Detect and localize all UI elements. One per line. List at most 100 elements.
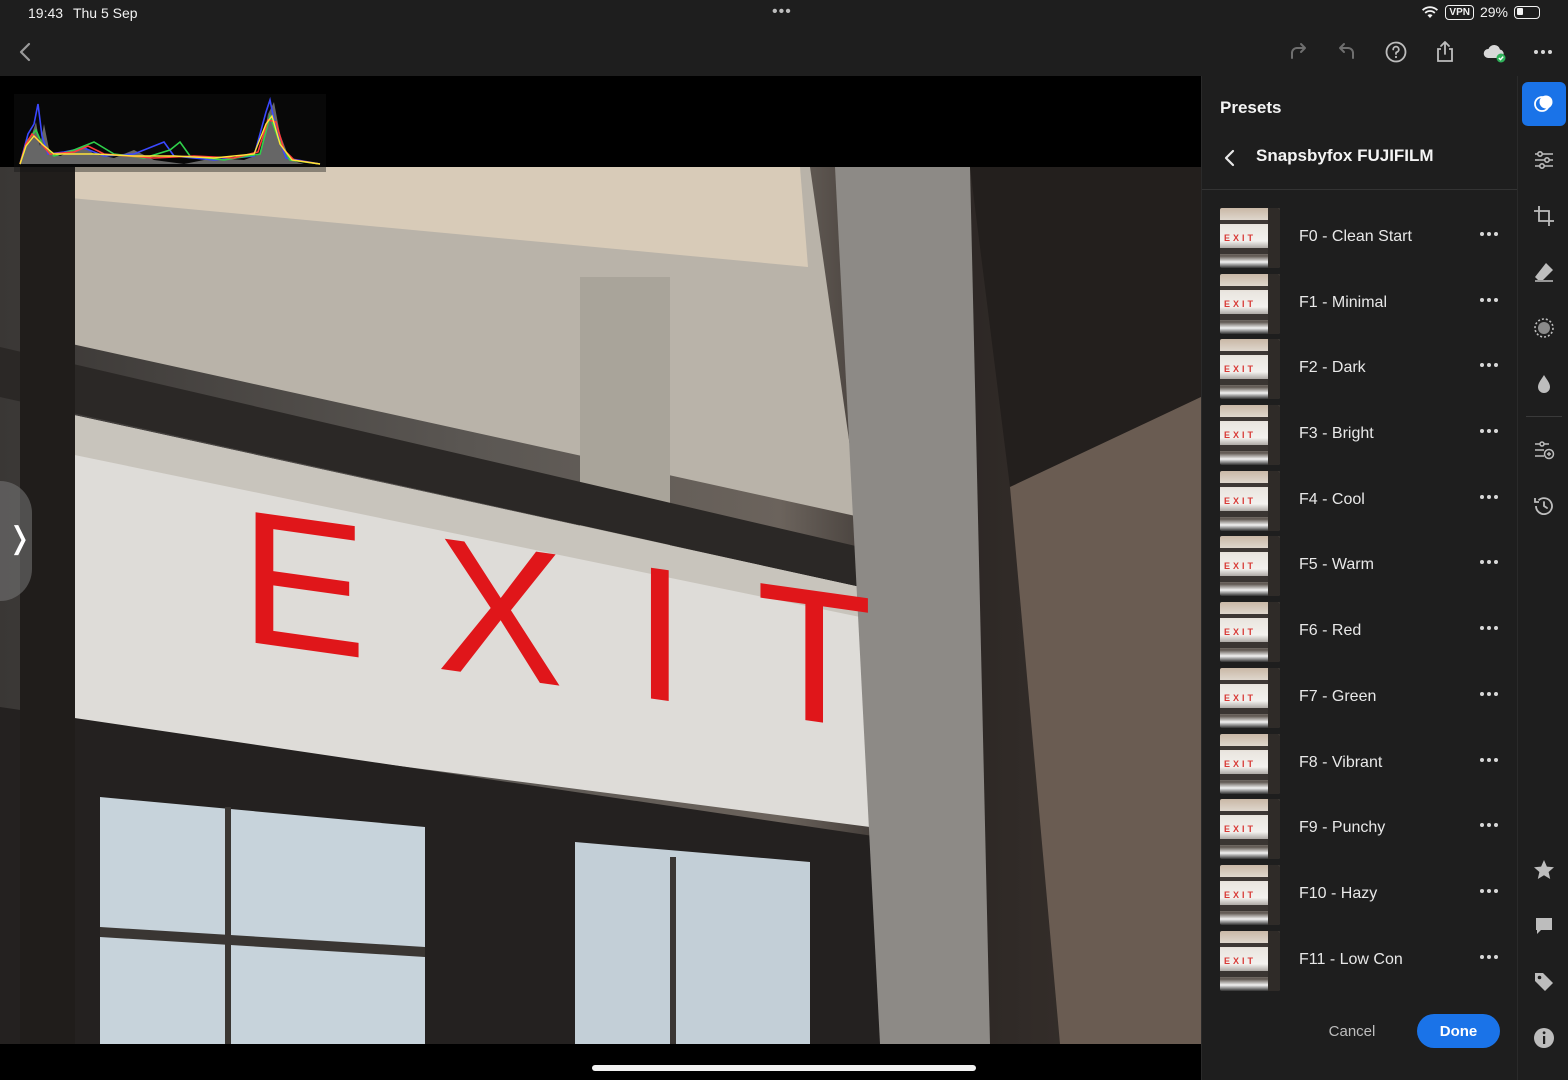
preset-item[interactable]: EXIT F8 - Vibrant xyxy=(1202,732,1518,798)
status-time: 19:43 Thu 5 Sep xyxy=(28,5,138,21)
status-indicators: VPN 29% xyxy=(1421,4,1540,20)
thumb-exit-text: EXIT xyxy=(1224,889,1257,900)
preset-name: F10 - Hazy xyxy=(1299,884,1378,902)
status-bar: 19:43 Thu 5 Sep ••• VPN 29% xyxy=(0,0,1568,28)
tag-icon[interactable] xyxy=(1522,960,1566,1004)
thumb-exit-text: EXIT xyxy=(1224,692,1257,703)
preset-name: F7 - Green xyxy=(1299,687,1377,705)
battery-percent: 29% xyxy=(1479,4,1508,20)
preset-thumbnail[interactable]: EXIT xyxy=(1220,339,1280,400)
preset-name: F3 - Bright xyxy=(1299,425,1374,443)
presets-panel: Presets Snapsbyfox FUJIFILM EXIT F0 - Cle… xyxy=(1201,76,1518,1080)
masking-icon[interactable] xyxy=(1522,306,1566,350)
preset-name: F4 - Cool xyxy=(1299,490,1365,508)
thumb-post xyxy=(1268,733,1280,794)
undo-icon[interactable] xyxy=(1333,38,1361,66)
preset-thumbnail[interactable]: EXIT xyxy=(1220,405,1280,466)
more-options-icon[interactable] xyxy=(1476,355,1502,375)
thumb-exit-text: EXIT xyxy=(1224,561,1257,572)
preset-item[interactable]: EXIT F4 - Cool xyxy=(1202,469,1518,535)
info-icon[interactable] xyxy=(1522,1016,1566,1060)
thumb-exit-text: EXIT xyxy=(1224,364,1257,375)
top-toolbar xyxy=(0,28,1568,76)
more-options-icon[interactable] xyxy=(1476,552,1502,572)
photo-canvas[interactable]: EXIT ❭ xyxy=(0,76,1201,1080)
status-clock: 19:43 xyxy=(28,5,64,21)
photo-image[interactable]: EXIT xyxy=(0,167,1201,1044)
preset-item[interactable]: EXIT F11 - Low Con xyxy=(1202,929,1518,995)
thumb-exit-text: EXIT xyxy=(1224,298,1257,309)
thumb-post xyxy=(1268,864,1280,925)
preset-thumbnail[interactable]: EXIT xyxy=(1220,208,1280,268)
home-indicator[interactable] xyxy=(592,1065,976,1071)
more-options-icon[interactable] xyxy=(1476,750,1502,770)
battery-icon xyxy=(1514,5,1540,19)
preset-thumbnail[interactable]: EXIT xyxy=(1220,536,1280,597)
redo-icon[interactable] xyxy=(1284,38,1312,66)
thumb-exit-text: EXIT xyxy=(1224,495,1257,506)
crop-icon[interactable] xyxy=(1522,194,1566,238)
rail-divider xyxy=(1526,416,1562,417)
exit-sign-photo: EXIT xyxy=(0,167,1201,1044)
preset-item[interactable]: EXIT F0 - Clean Start xyxy=(1202,206,1518,272)
help-icon[interactable] xyxy=(1382,38,1410,66)
versions-icon[interactable] xyxy=(1522,428,1566,472)
preset-name: F0 - Clean Start xyxy=(1299,228,1412,245)
preset-group-header[interactable]: Snapsbyfox FUJIFILM xyxy=(1202,138,1518,190)
back-icon[interactable] xyxy=(12,38,40,66)
preset-thumbnail[interactable]: EXIT xyxy=(1220,799,1280,860)
thumb-exit-text: EXIT xyxy=(1224,627,1257,638)
preset-item[interactable]: EXIT F2 - Dark xyxy=(1202,337,1518,403)
tool-rail xyxy=(1517,76,1568,1080)
preset-thumbnail[interactable]: EXIT xyxy=(1220,273,1280,334)
more-options-icon[interactable] xyxy=(1476,815,1502,835)
preset-thumbnail[interactable]: EXIT xyxy=(1220,602,1280,663)
color-drop-icon[interactable] xyxy=(1522,362,1566,406)
histogram[interactable] xyxy=(14,94,326,172)
cancel-button[interactable]: Cancel xyxy=(1322,1014,1382,1048)
healing-eraser-icon[interactable] xyxy=(1522,250,1566,294)
preset-group-name: Snapsbyfox FUJIFILM xyxy=(1256,146,1434,165)
done-button[interactable]: Done xyxy=(1417,1014,1500,1048)
preset-name: F5 - Warm xyxy=(1299,556,1374,574)
preset-item[interactable]: EXIT F1 - Minimal xyxy=(1202,272,1518,338)
more-options-icon[interactable] xyxy=(1476,618,1502,638)
more-options-icon[interactable] xyxy=(1476,947,1502,967)
presets-icon[interactable] xyxy=(1522,82,1566,126)
status-date: Thu 5 Sep xyxy=(72,5,138,21)
preset-thumbnail[interactable]: EXIT xyxy=(1220,864,1280,925)
comment-icon[interactable] xyxy=(1522,904,1566,948)
preset-item[interactable]: EXIT F7 - Green xyxy=(1202,666,1518,732)
filmstrip-toggle[interactable]: ❭ xyxy=(0,481,32,601)
more-options-icon[interactable] xyxy=(1476,224,1502,244)
preset-thumbnail[interactable]: EXIT xyxy=(1220,930,1280,991)
preset-item[interactable]: EXIT F3 - Bright xyxy=(1202,403,1518,469)
preset-thumbnail[interactable]: EXIT xyxy=(1220,667,1280,728)
preset-item[interactable]: EXIT F9 - Punchy xyxy=(1202,797,1518,863)
preset-name: F2 - Dark xyxy=(1299,359,1366,377)
preset-name: F1 - Minimal xyxy=(1299,293,1388,311)
more-options-icon[interactable] xyxy=(1476,421,1502,441)
preset-name: F11 - Low Con xyxy=(1299,950,1403,968)
star-rating-icon[interactable] xyxy=(1522,848,1566,892)
more-options-icon[interactable] xyxy=(1476,684,1502,704)
share-icon[interactable] xyxy=(1431,38,1459,66)
chevron-left-icon[interactable] xyxy=(1220,148,1240,168)
preset-thumbnail[interactable]: EXIT xyxy=(1220,470,1280,531)
thumb-post xyxy=(1268,930,1280,991)
preset-item[interactable]: EXIT F10 - Hazy xyxy=(1202,863,1518,929)
cloud-sync-icon[interactable] xyxy=(1480,38,1508,66)
thumb-post xyxy=(1268,536,1280,597)
more-icon[interactable] xyxy=(1529,38,1557,66)
preset-thumbnail[interactable]: EXIT xyxy=(1220,733,1280,794)
adjust-sliders-icon[interactable] xyxy=(1522,138,1566,182)
more-options-icon[interactable] xyxy=(1476,881,1502,901)
preset-name: F9 - Punchy xyxy=(1299,819,1386,837)
preset-item[interactable]: EXIT F5 - Warm xyxy=(1202,534,1518,600)
more-options-icon[interactable] xyxy=(1476,290,1502,310)
more-options-icon[interactable] xyxy=(1476,487,1502,507)
history-icon[interactable] xyxy=(1522,484,1566,528)
preset-name: F8 - Vibrant xyxy=(1299,753,1383,771)
preset-item[interactable]: EXIT F6 - Red xyxy=(1202,600,1518,666)
multitasking-indicator[interactable]: ••• xyxy=(772,3,792,21)
